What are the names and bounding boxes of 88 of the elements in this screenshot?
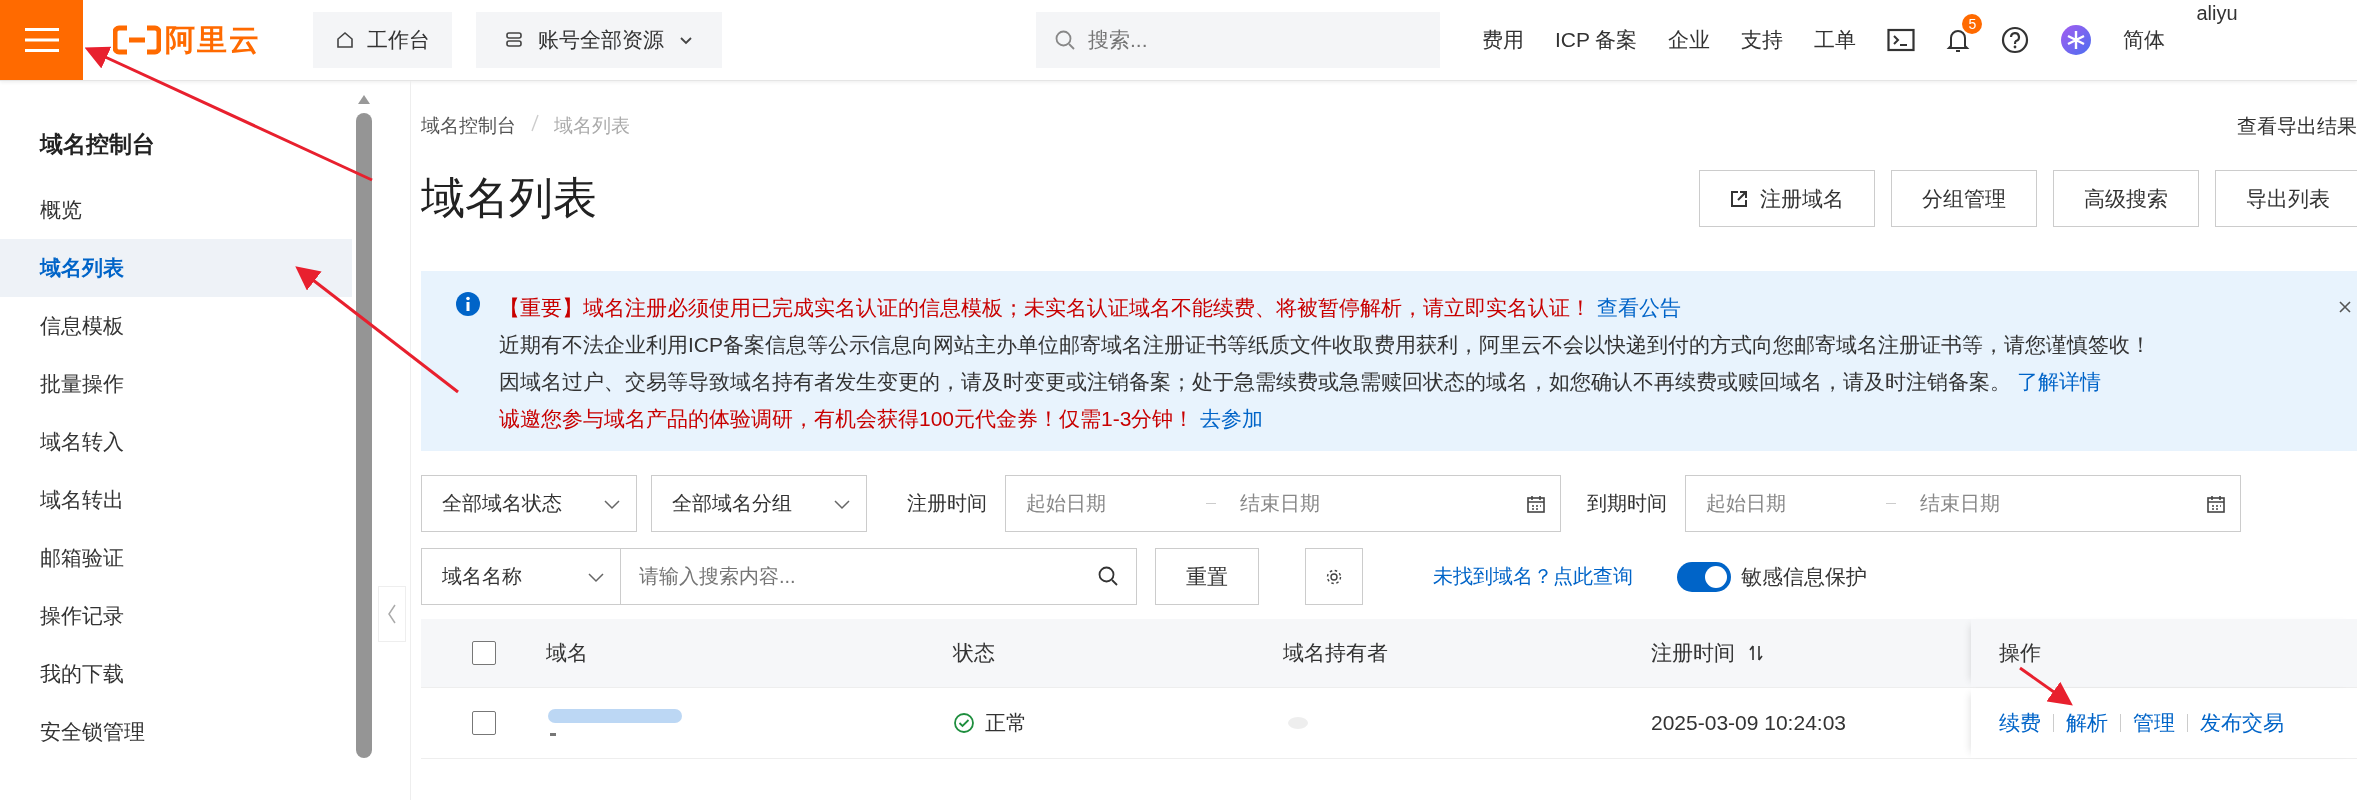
notice-text: 近期有不法企业利用ICP备案信息等公示信息向网站主办单位邮寄域名注册证书等纸质文件收取费用获利，阿里云不会以快递到付的方式向您邮寄域名注册证书等，请您谨慎签收！ [499,332,2151,358]
toggle-switch[interactable] [1677,561,1731,592]
user-name[interactable]: aliyu [2196,2,2238,25]
notice-link[interactable]: 查看公告 [1597,296,1681,319]
sidebar-item[interactable]: 概览 [0,181,352,239]
scroll-up-icon[interactable] [356,93,372,105]
checkbox[interactable] [471,711,496,735]
sidebar-item[interactable]: 操作记录 [0,587,352,645]
sidebar-item[interactable]: 信息模板 [0,297,352,355]
row-action-link[interactable]: 管理 [2133,709,2175,737]
date-range-field[interactable]: 起始日期 结束日期 [1005,475,1561,532]
sidebar-item[interactable]: 我的下载 [0,645,352,703]
action-button[interactable]: 分组管理 [1891,170,2037,227]
search-icon [1054,29,1076,51]
not-found-link[interactable]: 未找到域名？点此查询 [1433,563,1633,590]
menu-button[interactable] [0,0,83,80]
breadcrumb-item[interactable]: 域名控制台 [421,113,516,139]
notice-text: 【重要】域名注册必须使用已完成实名认证的信息模板；未实名认证域名不能续费、将被暂停解析，请立即实名认证！ 查看公告 [499,295,1682,321]
column-header[interactable]: 状态 [953,639,995,667]
notice-text: 诚邀您参与域名产品的体验调研，有机会获得100元代金券！仅需1-3分钟！ 去参加 [499,406,1265,432]
sidebar-title: 域名控制台 [38,130,156,159]
external-link-icon [1730,189,1748,208]
calendar-icon [2206,493,2226,514]
sidebar-item[interactable]: 批量操作 [0,355,352,413]
column-header[interactable]: 域名 [546,639,588,667]
stack-icon [504,30,524,50]
annotation-arrow [2019,666,2073,706]
start-date-placeholder: 起始日期 [1026,491,1107,516]
search-field-select[interactable]: 域名名称 [421,548,621,605]
sort-icon[interactable] [1747,644,1765,662]
row-action-link[interactable]: 续费 [1999,709,2041,737]
terminal-icon[interactable] [1887,28,1916,52]
end-date-placeholder: 结束日期 [1240,491,1321,516]
export-results-link[interactable]: 查看导出结果 [2237,112,2357,140]
nav-link[interactable]: ICP 备案 [1555,26,1638,54]
page-title: 域名列表 [421,172,597,224]
action-button[interactable]: 注册域名 [1699,170,1875,227]
help-icon[interactable] [2001,26,2030,54]
toggle-label: 敏感信息保护 [1741,563,1867,590]
calendar-icon [1526,493,1546,514]
scrollbar-thumb[interactable] [356,113,372,758]
info-icon [455,291,481,317]
notice-link[interactable]: 去参加 [1200,407,1264,430]
column-header[interactable]: 操作 [1999,639,2041,667]
checkbox[interactable] [471,641,496,665]
nav-link[interactable]: 企业 [1668,26,1711,54]
nav-link[interactable]: 费用 [1482,26,1524,54]
workbench-button[interactable]: 工作台 [313,12,452,68]
nav-link[interactable]: 支持 [1741,26,1784,54]
action-button[interactable]: 高级搜索 [2053,170,2199,227]
resource-selector[interactable]: 账号全部资源 [476,12,722,68]
sidebar-item[interactable]: 域名转出 [0,471,352,529]
avatar-icon[interactable] [2060,24,2093,56]
sidebar-item[interactable]: 域名列表 [0,239,352,297]
nav-link[interactable]: 工单 [1814,26,1857,54]
search-field[interactable]: 搜索... [1036,12,1440,68]
close-icon[interactable] [2337,299,2353,315]
notice-link[interactable]: 了解详情 [2017,370,2101,393]
sidebar-item[interactable]: 邮箱验证 [0,529,352,587]
chevron-left-icon [387,603,397,625]
filter-label: 到期时间 [1587,491,1667,516]
sidebar-item[interactable]: 域名转入 [0,413,352,471]
group-select[interactable]: 全部域名分组 [651,475,867,532]
date-range-field[interactable]: 起始日期 结束日期 [1685,475,2241,532]
start-date-placeholder: 起始日期 [1706,491,1787,516]
breadcrumb-separator [530,113,540,133]
table-cell-text: 2025-03-09 10:24:03 [1651,711,1847,735]
column-header[interactable]: 域名持有者 [1283,639,1388,667]
end-date-placeholder: 结束日期 [1920,491,2001,516]
search-input[interactable]: 请输入搜索内容... [621,548,1137,605]
settings-icon [1325,567,1343,586]
logo-icon [113,25,161,55]
row-action-link[interactable]: 解析 [2066,709,2108,737]
sidebar-item[interactable]: 安全锁管理 [0,703,352,761]
search-icon [1097,565,1119,587]
menu-icon [24,27,59,53]
row-action-link[interactable]: 发布交易 [2200,709,2284,737]
status-text: 正常 [985,710,1027,736]
reset-button[interactable]: 重置 [1155,548,1259,605]
filter-label: 注册时间 [907,491,987,516]
column-header[interactable]: 注册时间 [1651,639,1765,667]
notice-text: 因域名过户、交易等导致域名持有者发生变更的，请及时变更或注销备案；处于急需续费或急需赎回状态的域名，如您确认不再续费或赎回域名，请及时注销备案。 了解详情 [499,369,2102,395]
home-icon [335,30,355,50]
check-circle-icon [953,712,975,734]
action-button[interactable]: 导出列表 [2215,170,2357,227]
language-link[interactable]: 简体 [2123,26,2166,54]
status-select[interactable]: 全部域名状态 [421,475,637,532]
notification-badge: 5 [1962,14,1983,34]
